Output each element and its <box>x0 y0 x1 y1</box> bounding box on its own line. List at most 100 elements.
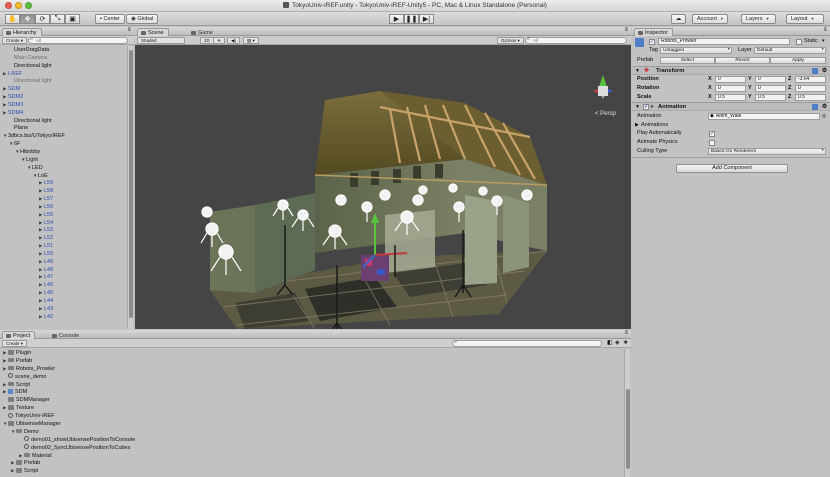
favorite-star-icon[interactable]: ★ <box>623 339 628 346</box>
hierarchy-item[interactable]: ▶ L50 <box>0 250 126 258</box>
y-value-field[interactable]: 0.5 <box>755 94 786 101</box>
play-button[interactable]: ▶ <box>389 14 404 24</box>
animation-header[interactable]: ▼ ✓ ▸ Animation ⚙ <box>632 102 830 111</box>
project-item[interactable]: ▶ Script <box>0 381 622 389</box>
help-icon[interactable] <box>812 68 818 74</box>
hierarchy-item[interactable]: Plane <box>0 124 126 132</box>
shading-mode-dropdown[interactable]: Shaded <box>137 37 185 44</box>
x-value-field[interactable]: 0 <box>715 76 746 83</box>
project-item[interactable]: ▶ Robots_Prowler <box>0 365 622 373</box>
orientation-gizmo[interactable] <box>593 75 613 99</box>
static-checkbox[interactable] <box>796 38 802 45</box>
hierarchy-item[interactable]: Directional light <box>0 62 126 70</box>
hierarchy-item[interactable]: ▶ SDM3 <box>0 101 126 109</box>
toggle-2d-button[interactable]: 2D <box>200 37 214 44</box>
rect-tool-button[interactable]: ▣ <box>65 14 80 24</box>
hierarchy-scrollbar[interactable] <box>127 46 133 329</box>
object-active-checkbox[interactable]: ✓ <box>649 38 655 45</box>
tab-game[interactable]: Game <box>187 28 218 36</box>
chevron-down-icon[interactable]: ▾ <box>822 37 825 46</box>
y-axis-label[interactable]: Y <box>748 93 752 102</box>
prefab-revert-button[interactable]: Revert <box>715 57 770 64</box>
hierarchy-item[interactable]: ▶ L46 <box>0 281 126 289</box>
project-item[interactable]: ▼ UbisenseManager <box>0 420 622 428</box>
hand-tool-button[interactable]: ✋ <box>5 14 20 24</box>
hierarchy-item[interactable]: ▶ L56 <box>0 203 126 211</box>
project-item[interactable]: ▶ SDM <box>0 388 622 396</box>
hierarchy-item[interactable]: ▶ L58 <box>0 187 126 195</box>
minimize-window-button[interactable] <box>15 2 22 9</box>
hierarchy-item[interactable]: ▶ I-REF <box>0 70 126 78</box>
hierarchy-item[interactable]: ▶ L45 <box>0 289 126 297</box>
settings-gear-icon[interactable]: ⚙ <box>822 103 827 111</box>
move-tool-button[interactable]: ✥ <box>20 14 35 24</box>
hierarchy-item[interactable]: ▶ L52 <box>0 234 126 242</box>
hierarchy-item[interactable]: ▶Air <box>0 328 126 329</box>
hierarchy-item[interactable]: Directional light <box>0 117 126 125</box>
account-dropdown[interactable]: Account ▼ <box>692 14 728 24</box>
x-value-field[interactable]: 0.5 <box>715 94 746 101</box>
project-item[interactable]: demo02_SyncUbisensePositionToCubes <box>0 444 622 452</box>
x-axis-label[interactable]: X <box>708 84 712 93</box>
panel-menu-icon[interactable]: ≡ <box>127 27 131 33</box>
hierarchy-item[interactable]: ▶ L42 <box>0 313 126 321</box>
x-axis-label[interactable]: X <box>708 93 712 102</box>
hierarchy-item[interactable]: ▶ L48 <box>0 266 126 274</box>
transform-header[interactable]: ▼ ✥ Transform ⚙ <box>632 66 830 75</box>
animate-physics-checkbox[interactable] <box>709 139 715 146</box>
animation-clip-field[interactable]: ◆ Anim_Walk <box>708 113 820 120</box>
space-toggle-button[interactable]: ◉ Global <box>126 14 159 24</box>
gizmos-dropdown[interactable]: Gizmos ▾ <box>497 37 524 44</box>
y-value-field[interactable]: 0 <box>755 76 786 83</box>
hierarchy-item[interactable]: ▶ L59 <box>0 179 126 187</box>
step-button[interactable]: ▶| <box>419 14 434 24</box>
filter-by-type-icon[interactable]: ◧ <box>607 339 613 346</box>
project-item[interactable]: ▶ Material <box>0 452 622 460</box>
culling-type-dropdown[interactable]: Based On Renderers <box>708 148 826 155</box>
project-scrollbar[interactable] <box>624 349 630 477</box>
tab-project[interactable]: Project <box>2 331 36 339</box>
project-item[interactable]: ▶ Plugin <box>0 349 622 357</box>
project-search-input[interactable] <box>452 340 602 347</box>
hierarchy-item[interactable] <box>0 321 126 329</box>
project-item[interactable]: ▼ Demo <box>0 428 622 436</box>
panel-menu-icon[interactable]: ≡ <box>624 330 628 336</box>
tag-dropdown[interactable]: Untagged <box>660 47 732 54</box>
z-axis-label[interactable]: Z <box>788 93 791 102</box>
hierarchy-item[interactable]: Main Camera <box>0 54 126 62</box>
y-value-field[interactable]: 0 <box>755 85 786 92</box>
lighting-toggle[interactable]: ☀ <box>213 37 226 44</box>
rotate-tool-button[interactable]: ⟳ <box>35 14 50 24</box>
prefab-select-button[interactable]: Select <box>660 57 715 64</box>
hierarchy-item[interactable]: ▶ L55 <box>0 211 126 219</box>
hierarchy-item[interactable]: ▼Hibobby <box>0 148 126 156</box>
hierarchy-item[interactable]: ▶ SDM2 <box>0 93 126 101</box>
hierarchy-item[interactable]: ▶ L49 <box>0 258 126 266</box>
hierarchy-item[interactable]: UserDragData <box>0 46 126 54</box>
hierarchy-item[interactable]: ▶ L44 <box>0 297 126 305</box>
filter-by-label-icon[interactable]: ◈ <box>615 339 620 346</box>
hierarchy-item[interactable]: ▼LED <box>0 164 126 172</box>
hierarchy-item[interactable]: ▶ SDM <box>0 85 126 93</box>
tab-scene[interactable]: Scene <box>137 28 169 36</box>
project-item[interactable]: ▶ Prefab <box>0 459 622 467</box>
object-picker-icon[interactable]: ◎ <box>822 112 826 121</box>
pivot-toggle-button[interactable]: ▪ Center <box>95 14 125 24</box>
scrollbar-thumb[interactable] <box>626 389 630 469</box>
z-axis-label[interactable]: Z <box>788 75 791 84</box>
scrollbar-thumb[interactable] <box>129 50 133 318</box>
add-component-button[interactable]: Add Component <box>676 164 788 173</box>
hierarchy-item[interactable]: ▼6F <box>0 140 126 148</box>
pause-button[interactable]: ❚❚ <box>404 14 419 24</box>
panel-menu-icon[interactable]: ≡ <box>624 27 628 33</box>
x-axis-label[interactable]: X <box>708 75 712 84</box>
layout-dropdown[interactable]: Layout ▼ <box>786 14 824 24</box>
hierarchy-item[interactable]: ▶ L54 <box>0 219 126 227</box>
tab-inspector[interactable]: Inspector <box>634 28 673 36</box>
hierarchy-item[interactable]: ▼3dbcs.biz/UTokyo/iREF <box>0 132 126 140</box>
project-item[interactable]: ▶ Prefab <box>0 357 622 365</box>
hierarchy-search-input[interactable]: All <box>28 37 128 44</box>
create-button[interactable]: Create ▾ <box>2 37 28 44</box>
layers-dropdown[interactable]: Layers ▼ <box>741 14 776 24</box>
project-item[interactable]: scene_demo <box>0 373 622 381</box>
